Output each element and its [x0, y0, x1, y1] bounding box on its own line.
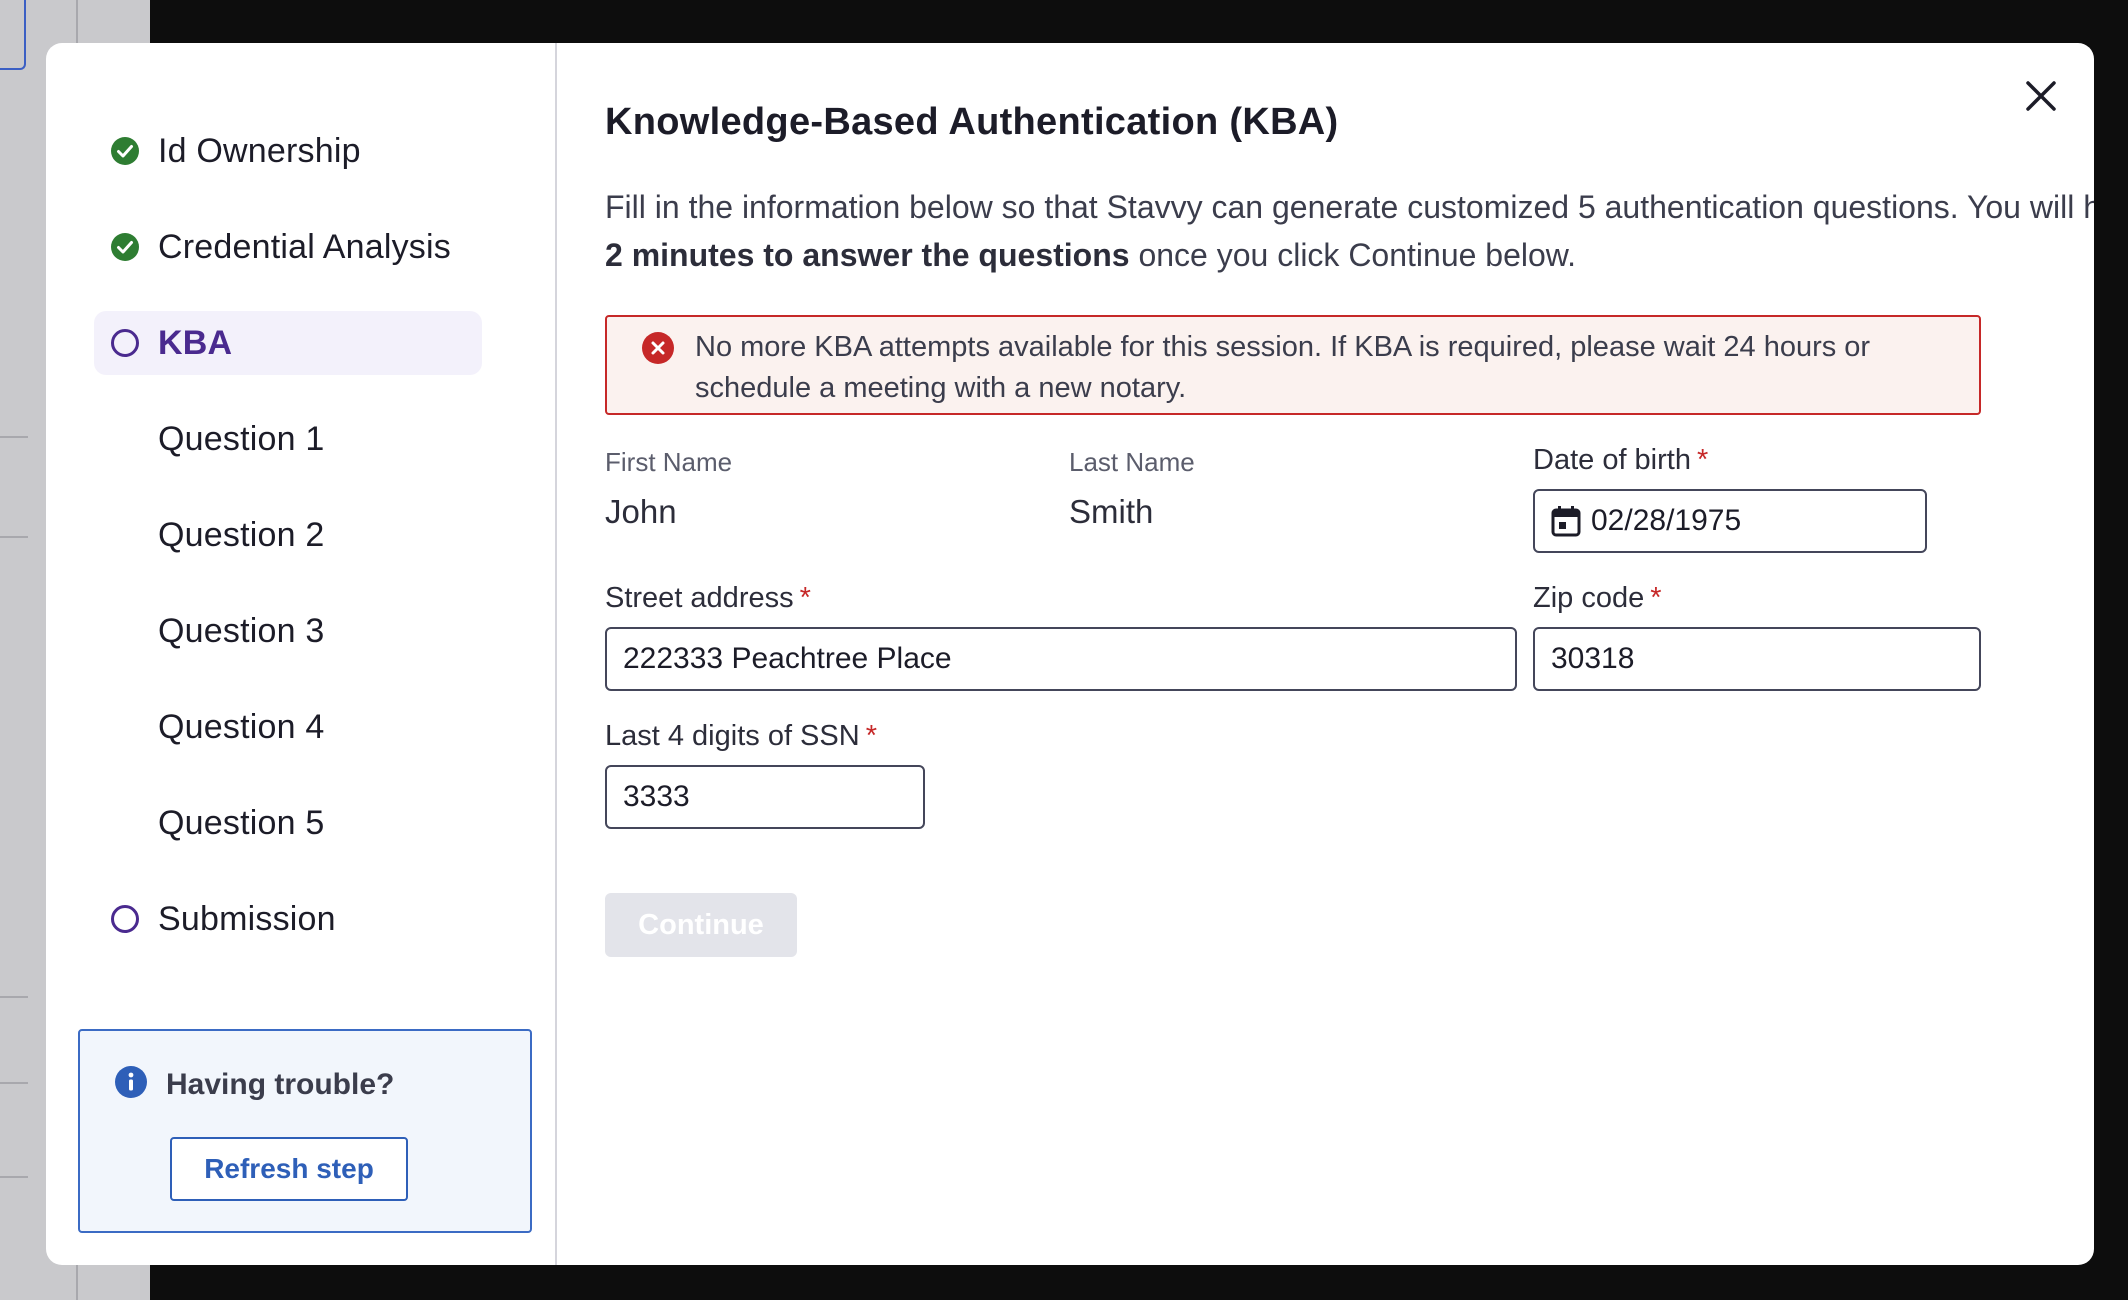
intro-text-emphasis: 2 minutes to answer the questions — [605, 237, 1130, 273]
zip-code-input[interactable] — [1551, 642, 1979, 676]
step-label: Id Ownership — [158, 131, 361, 170]
background-divider — [0, 436, 28, 438]
background-divider — [0, 1176, 28, 1178]
step-question-2[interactable]: Question 2 — [94, 503, 530, 567]
having-trouble-box: Having trouble? Refresh step — [78, 1029, 532, 1233]
dob-field[interactable] — [1533, 489, 1927, 553]
step-spacer — [110, 712, 140, 742]
empty-circle-icon — [110, 328, 140, 358]
refresh-step-button[interactable]: Refresh step — [170, 1137, 408, 1201]
first-name-value: John — [605, 493, 677, 530]
required-marker: * — [865, 720, 877, 752]
step-label: Question 2 — [158, 515, 325, 554]
page-title: Knowledge-Based Authentication (KBA) — [605, 101, 1339, 143]
zip-code-label: Zip code * — [1533, 582, 1662, 615]
last-name-label: Last Name — [1069, 447, 1195, 477]
kba-modal: Id Ownership Credential Analysis KBA Que… — [46, 43, 2094, 1265]
intro-text-part: Fill in the information below so that St… — [605, 189, 2094, 225]
calendar-icon — [1551, 505, 1581, 537]
background-divider — [0, 536, 28, 538]
step-submission[interactable]: Submission — [94, 887, 530, 951]
error-alert: No more KBA attempts available for this … — [605, 315, 1981, 415]
first-name-label: First Name — [605, 447, 733, 477]
ssn-label: Last 4 digits of SSN * — [605, 720, 877, 753]
step-question-5[interactable]: Question 5 — [94, 791, 530, 855]
error-icon — [641, 331, 675, 370]
dob-label: Date of birth * — [1533, 444, 1708, 477]
background-divider — [0, 996, 28, 998]
street-address-input[interactable] — [623, 642, 1515, 676]
step-spacer — [110, 616, 140, 646]
step-id-ownership[interactable]: Id Ownership — [94, 119, 530, 183]
intro-text: Fill in the information below so that St… — [605, 183, 2094, 279]
background-tab — [0, 0, 26, 70]
street-address-label: Street address * — [605, 582, 811, 615]
required-marker: * — [799, 582, 811, 614]
trouble-header: Having trouble? — [114, 1065, 394, 1104]
ssn-input[interactable] — [623, 780, 923, 814]
step-label: KBA — [158, 323, 233, 362]
required-marker: * — [1696, 444, 1709, 476]
close-icon — [2026, 81, 2056, 111]
empty-circle-icon — [110, 904, 140, 934]
last-name-value: Smith — [1069, 493, 1154, 530]
zip-code-label-text: Zip code — [1533, 582, 1645, 614]
step-kba[interactable]: KBA — [94, 311, 482, 375]
step-question-1[interactable]: Question 1 — [94, 407, 530, 471]
step-spacer — [110, 424, 140, 454]
error-alert-text: No more KBA attempts available for this … — [695, 331, 1871, 404]
step-label: Question 4 — [158, 707, 325, 746]
step-label: Submission — [158, 899, 336, 938]
step-question-3[interactable]: Question 3 — [94, 599, 530, 663]
check-circle-icon — [110, 232, 140, 262]
step-credential-analysis[interactable]: Credential Analysis — [94, 215, 530, 279]
street-address-field[interactable] — [605, 627, 1517, 691]
continue-button[interactable]: Continue — [605, 893, 797, 957]
zip-code-field[interactable] — [1533, 627, 1981, 691]
step-label: Question 5 — [158, 803, 325, 842]
intro-text-part: once you click Continue below. — [1129, 237, 1577, 273]
trouble-title: Having trouble? — [166, 1067, 395, 1101]
step-label: Credential Analysis — [158, 227, 451, 266]
dob-label-text: Date of birth — [1533, 444, 1691, 476]
step-spacer — [110, 520, 140, 550]
ssn-label-text: Last 4 digits of SSN — [605, 720, 860, 752]
info-icon — [114, 1065, 148, 1104]
required-marker: * — [1650, 582, 1662, 614]
close-button[interactable] — [2018, 73, 2064, 119]
check-circle-icon — [110, 136, 140, 166]
step-label: Question 3 — [158, 611, 325, 650]
steps-list: Id Ownership Credential Analysis KBA Que… — [94, 119, 530, 983]
dob-input[interactable] — [1591, 504, 1925, 538]
background-divider — [0, 1082, 28, 1084]
step-label: Question 1 — [158, 419, 325, 458]
street-address-label-text: Street address — [605, 582, 794, 614]
kba-form-panel: Knowledge-Based Authentication (KBA) Fil… — [557, 43, 2094, 1265]
steps-sidebar: Id Ownership Credential Analysis KBA Que… — [46, 43, 557, 1265]
ssn-field[interactable] — [605, 765, 925, 829]
step-question-4[interactable]: Question 4 — [94, 695, 530, 759]
step-spacer — [110, 808, 140, 838]
